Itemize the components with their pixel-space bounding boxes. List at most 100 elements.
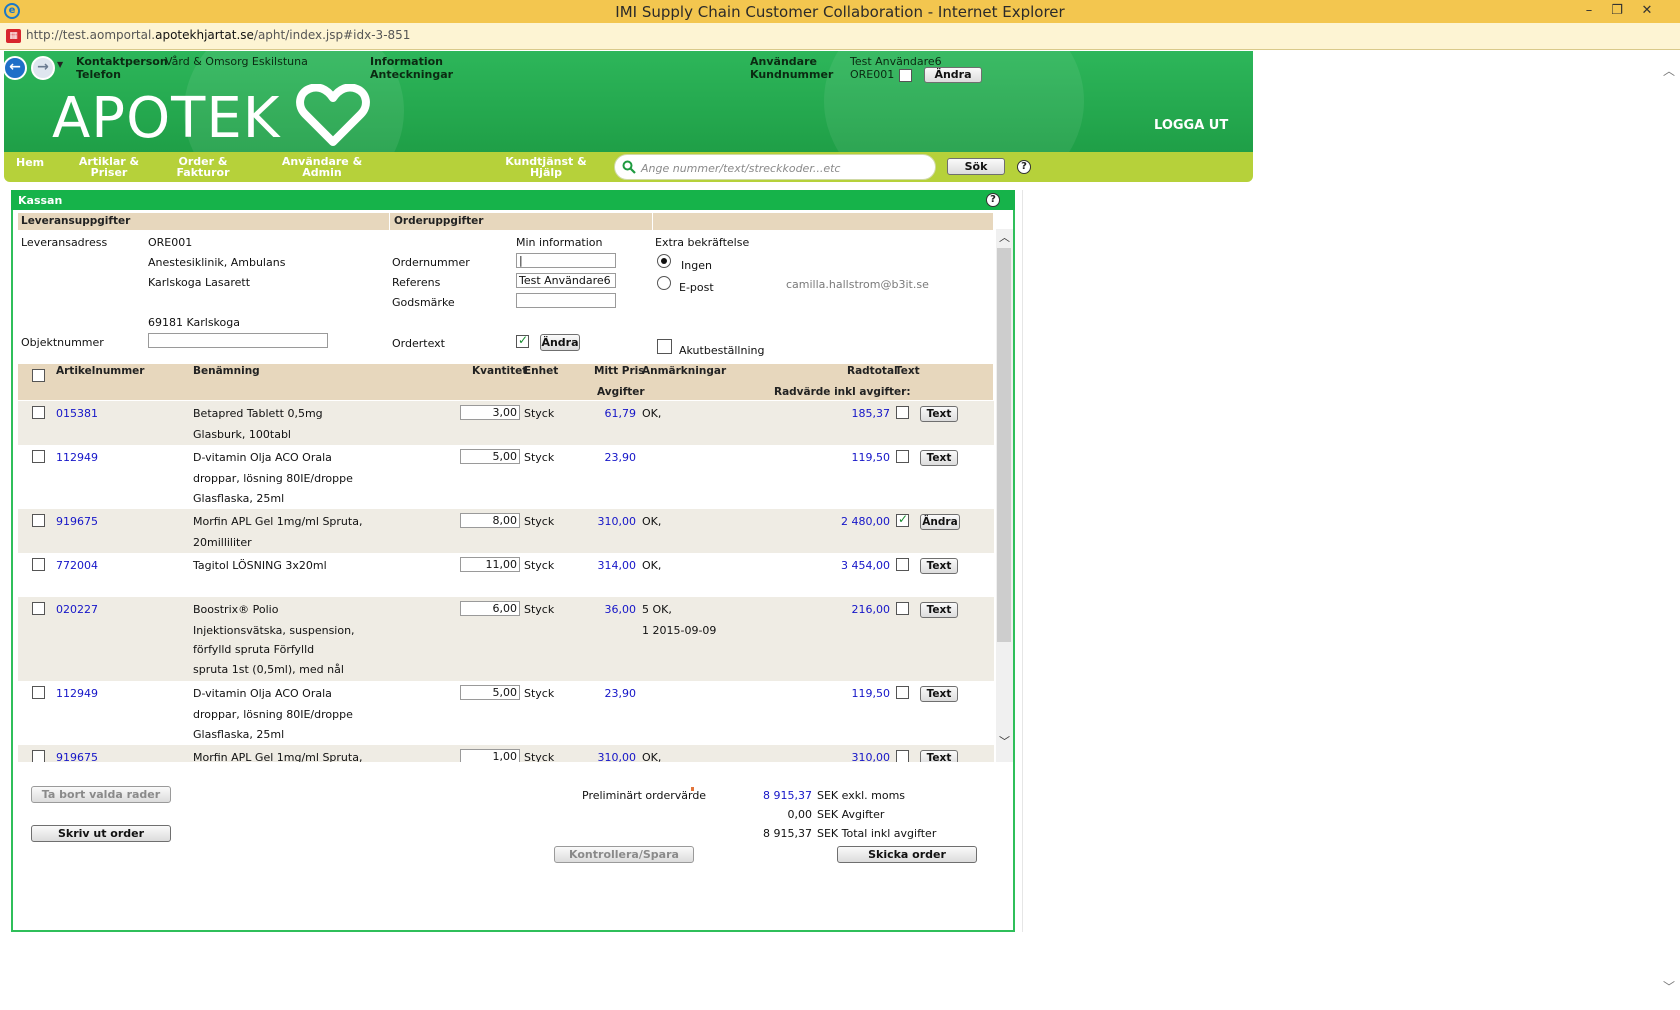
article-link[interactable]: 015381 [56,407,98,420]
col-price: Mitt Pris [594,365,645,377]
row-checkbox[interactable] [32,750,45,762]
article-link[interactable]: 772004 [56,559,98,572]
row-text-checkbox[interactable] [896,750,909,762]
nav-support[interactable]: Kundtjänst & Hjälp [504,156,588,178]
minimize-icon[interactable]: – [1576,1,1602,21]
page-scroll-down-icon[interactable]: ﹀ [1663,978,1675,995]
notes-link[interactable]: Anteckningar [370,68,453,81]
quantity-input[interactable]: 5,00 [460,449,520,464]
confirm-none-radio[interactable] [657,254,671,268]
col-name: Benämning [193,365,260,377]
col-fees: Avgifter [597,386,645,398]
row-text-button[interactable]: Text [920,686,958,702]
row-checkbox[interactable] [32,450,45,463]
search-button[interactable]: Sök [947,158,1005,175]
panel-help-icon[interactable]: ? [986,193,1000,207]
page-scroll-up-icon[interactable]: ︿ [1663,62,1675,79]
print-order-button[interactable]: Skriv ut order [31,825,171,842]
row-text-button[interactable]: Text [920,450,958,466]
table-scrollbar-thumb[interactable] [997,248,1011,642]
nav-orders[interactable]: Order & Fakturor [170,156,236,178]
quantity-input[interactable]: 6,00 [460,601,520,616]
row-text-button[interactable]: Text [920,602,958,618]
article-link[interactable]: 112949 [56,451,98,464]
remove-selected-button[interactable]: Ta bort valda rader [31,786,171,803]
row-text-checkbox[interactable] [896,602,909,615]
address-line-2: Anestesiklinik, Ambulans [148,256,286,269]
row-total: 2 480,00 [841,515,890,528]
col-row-value: Radvärde inkl avgifter: [774,386,911,398]
row-text-checkbox[interactable] [896,406,909,419]
scroll-up-icon[interactable]: ︿ [996,229,1013,245]
row-checkbox[interactable] [32,602,45,615]
article-link[interactable]: 919675 [56,751,98,762]
restore-icon[interactable]: ❐ [1604,1,1630,21]
amount-fees: 0,00 [787,808,813,821]
history-dropdown-icon[interactable]: ▼ [57,60,63,69]
quantity-input[interactable]: 3,00 [460,405,520,420]
row-text-checkbox[interactable] [896,512,909,527]
row-price: 310,00 [597,515,637,528]
nav-articles[interactable]: Artiklar & Priser [72,156,146,178]
row-text-button[interactable]: Text [920,558,958,574]
row-text-button[interactable]: Text [920,406,958,422]
address-line-1: ORE001 [148,236,193,249]
select-all-checkbox[interactable] [32,369,45,382]
panel-title: Kassan [18,194,63,207]
order-text-change-button[interactable]: Ändra [540,334,580,351]
quantity-input[interactable]: 1,00 [460,749,520,762]
window-titlebar: e IMI Supply Chain Customer Collaboratio… [0,0,1680,23]
row-text-checkbox[interactable] [896,558,909,571]
forward-arrow-icon[interactable]: → [31,56,55,80]
row-name-line: droppar, lösning 80IE/droppe [193,472,353,485]
table-row: 919675 Morfin APL Gel 1mg/ml Spruta, 20m… [18,509,994,553]
row-text-button[interactable]: Text [920,750,958,762]
info-link[interactable]: Information [370,55,443,68]
article-link[interactable]: 020227 [56,603,98,616]
logout-link[interactable]: LOGGA UT [1154,118,1228,133]
reference-input[interactable]: Test Användare6 [516,273,616,288]
nav-home[interactable]: Hem [16,157,44,168]
goods-mark-label: Godsmärke [392,296,455,309]
article-link[interactable]: 112949 [56,687,98,700]
back-arrow-icon[interactable]: ← [3,56,27,80]
nav-users[interactable]: Användare & Admin [280,156,364,178]
order-text-checkbox[interactable] [516,333,529,348]
object-number-input[interactable] [148,333,328,348]
change-customer-button[interactable]: Ändra [924,67,982,83]
customer-label: Kundnummer [750,68,834,81]
goods-mark-input[interactable] [516,293,616,308]
urgent-checkbox[interactable] [657,339,672,354]
nav-help-icon[interactable]: ? [1017,160,1031,174]
row-checkbox[interactable] [32,514,45,527]
row-price: 23,90 [604,451,637,464]
row-unit: Styck [524,407,555,420]
quantity-input[interactable]: 5,00 [460,685,520,700]
quantity-input[interactable]: 8,00 [460,513,520,528]
address-url[interactable]: http://test.aomportal.apotekhjartat.se/a… [26,28,410,42]
row-change-button[interactable]: Ändra [920,514,960,530]
row-total: 119,50 [851,451,891,464]
send-order-button[interactable]: Skicka order [837,846,977,863]
row-checkbox[interactable] [32,558,45,571]
row-total: 3 454,00 [841,559,890,572]
address-bar[interactable]: ▦ http://test.aomportal.apotekhjartat.se… [0,23,1680,50]
row-text-checkbox[interactable] [896,686,909,699]
check-save-button[interactable]: Kontrollera/Spara [554,846,694,863]
row-text-checkbox[interactable] [896,450,909,463]
close-icon[interactable]: ✕ [1634,1,1660,21]
search-input[interactable]: Ange nummer/text/streckkoder...etc [614,154,936,180]
row-unit: Styck [524,751,555,762]
confirm-email-radio[interactable] [657,276,671,290]
customer-checkbox[interactable] [899,69,912,82]
row-name-line: Injektionsvätska, suspension, [193,624,355,637]
row-checkbox[interactable] [32,406,45,419]
reference-label: Referens [392,276,441,289]
quantity-input[interactable]: 11,00 [460,557,520,572]
article-link[interactable]: 919675 [56,515,98,528]
row-checkbox[interactable] [32,686,45,699]
order-number-input[interactable]: | [516,253,616,268]
scroll-down-icon[interactable]: ﹀ [996,733,1013,749]
amount-fees-label: SEK Avgifter [817,808,885,821]
row-name-line: spruta 1st (0,5ml), med nål [193,663,344,676]
